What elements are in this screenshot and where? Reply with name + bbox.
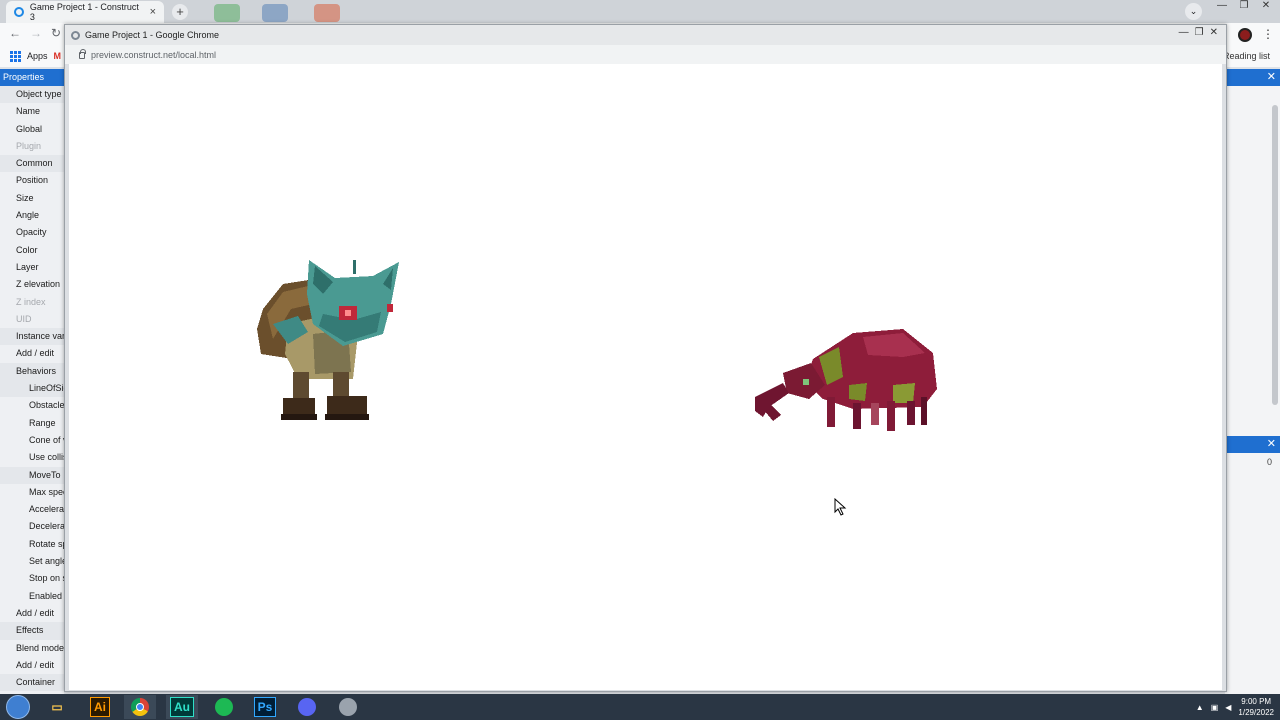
blurred-tab-icon [262, 4, 288, 22]
window-controls: — ❐ ✕ [1212, 0, 1276, 11]
panel-value: 0 [1266, 457, 1272, 467]
chrome-taskbar-icon[interactable] [124, 695, 156, 719]
browser-menu-icon[interactable]: ⋮ [1262, 27, 1274, 41]
properties-header: Properties [0, 69, 64, 86]
property-section-31[interactable]: Effects [0, 622, 64, 640]
back-icon[interactable]: ← [9, 26, 21, 40]
property-section-4[interactable]: Common [0, 155, 64, 173]
volume-icon[interactable]: ◀ [1225, 703, 1231, 712]
profile-avatar[interactable] [1238, 28, 1252, 42]
apps-bookmark[interactable]: Apps [27, 51, 48, 61]
properties-panel: Properties Object type Name Global Plugin Co… [0, 69, 64, 694]
preview-titlebar[interactable]: Game Project 1 - Google Chrome — ❐ ✕ [65, 25, 1226, 45]
audition-icon[interactable]: Au [170, 697, 194, 717]
file-explorer-icon[interactable]: ▭ [41, 695, 73, 719]
property-row-8[interactable]: Opacity [0, 224, 64, 241]
illustrator-icon[interactable]: Ai [90, 697, 110, 717]
property-row-18[interactable]: Obstacles [0, 397, 64, 414]
forward-icon[interactable]: → [30, 26, 42, 40]
property-row-2[interactable]: Global [0, 121, 64, 138]
start-button[interactable] [6, 695, 30, 719]
discord-icon[interactable] [291, 695, 323, 719]
reading-list[interactable]: Reading list [1223, 51, 1270, 61]
beetle-sprite[interactable] [753, 327, 943, 437]
blurred-tab-icon [314, 4, 340, 22]
clock-time: 9:00 PM [1241, 697, 1272, 706]
property-row-9[interactable]: Color [0, 242, 64, 259]
new-tab-button[interactable]: + [172, 4, 188, 20]
tab-title: Game Project 1 - Construct 3 [29, 2, 139, 22]
background-tabstrip: Game Project 1 - Construct 3 × + ⌄ — ❐ ✕ [0, 0, 1280, 23]
property-row-28[interactable]: Stop on solids [0, 570, 64, 587]
panel-close-icon[interactable]: ✕ [1225, 436, 1280, 453]
minimize-icon[interactable]: — [1179, 27, 1189, 38]
url-text: preview.construct.net/local.html [91, 49, 217, 60]
property-row-10[interactable]: Layer [0, 259, 64, 276]
photoshop-icon[interactable]: Ps [253, 697, 277, 717]
network-icon[interactable]: ▣ [1211, 703, 1219, 712]
property-row-26[interactable]: Rotate speed [0, 536, 64, 553]
goblin-sprite[interactable] [253, 254, 403, 424]
blurred-tab-icon [214, 4, 240, 22]
construct-icon [14, 7, 24, 17]
restore-icon[interactable]: ❐ [1195, 27, 1204, 38]
property-section-14[interactable]: Instance variables [0, 328, 64, 346]
system-tray: ▲ ▣ ◀ 9:00 PM 1/29/2022 [1196, 696, 1274, 718]
property-row-1[interactable]: Name [0, 103, 64, 120]
property-row-15[interactable]: Add / edit [0, 345, 64, 362]
property-row-11[interactable]: Z elevation [0, 276, 64, 293]
properties-list: Object type Name Global Plugin Common Positio… [0, 86, 64, 692]
property-section-34[interactable]: Container [0, 674, 64, 692]
property-row-24[interactable]: Acceleration [0, 501, 64, 518]
minimize-icon[interactable]: — [1212, 0, 1232, 11]
property-row-6[interactable]: Size [0, 190, 64, 207]
chrome-icon [71, 30, 80, 40]
address-bar[interactable]: preview.construct.net/local.html [65, 45, 1226, 64]
restore-icon[interactable]: ❐ [1234, 0, 1254, 11]
close-icon[interactable]: ✕ [1210, 27, 1218, 38]
tab-construct[interactable]: Game Project 1 - Construct 3 × [6, 1, 164, 23]
property-row-5[interactable]: Position [0, 172, 64, 189]
property-row-21[interactable]: Use collision cells [0, 449, 64, 466]
property-row-27[interactable]: Set angle [0, 553, 64, 570]
spotify-icon[interactable] [208, 695, 240, 719]
tab-search-icon[interactable]: ⌄ [1185, 3, 1202, 20]
property-section-17[interactable]: LineOfSight [0, 380, 64, 398]
property-row-23[interactable]: Max speed [0, 484, 64, 501]
preview-title: Game Project 1 - Google Chrome [85, 30, 220, 40]
property-row-32[interactable]: Blend mode [0, 640, 64, 657]
close-icon[interactable]: ✕ [1256, 0, 1276, 11]
clock-date: 1/29/2022 [1238, 708, 1274, 717]
apps-icon[interactable] [10, 50, 21, 62]
property-row-19[interactable]: Range [0, 415, 64, 432]
taskbar-clock[interactable]: 9:00 PM 1/29/2022 [1238, 696, 1274, 718]
tray-arrow-icon[interactable]: ▲ [1196, 703, 1204, 712]
property-row-7[interactable]: Angle [0, 207, 64, 224]
lock-icon [79, 49, 86, 59]
windows-taskbar: ▭ Ai Au Ps ▲ ▣ ◀ 9:00 PM 1/29/2022 [0, 694, 1280, 720]
property-row-20[interactable]: Cone of view [0, 432, 64, 449]
reload-icon[interactable]: ↻ [51, 26, 61, 40]
property-row-25[interactable]: Deceleration [0, 518, 64, 535]
game-canvas[interactable] [69, 64, 1222, 690]
property-row-33[interactable]: Add / edit [0, 657, 64, 674]
gmail-icon[interactable]: M [54, 51, 62, 61]
property-section-16[interactable]: Behaviors [0, 362, 64, 381]
property-section-0[interactable]: Object type [0, 86, 64, 104]
panel-scrollbar[interactable] [1272, 105, 1278, 405]
panel-close-icon[interactable]: ✕ [1225, 69, 1280, 86]
property-row-30[interactable]: Add / edit [0, 605, 64, 622]
mouse-cursor-icon [834, 498, 847, 516]
close-tab-icon[interactable]: × [150, 6, 156, 18]
property-row-29[interactable]: Enabled [0, 588, 64, 605]
right-panel: ✕ ✕ 0 [1225, 69, 1280, 694]
preview-window-controls: — ❐ ✕ [1179, 27, 1218, 38]
property-row-13[interactable]: UID [0, 311, 64, 328]
generic-app-icon[interactable] [332, 695, 364, 719]
property-row-12[interactable]: Z index [0, 294, 64, 311]
preview-window: Game Project 1 - Google Chrome — ❐ ✕ pre… [64, 24, 1227, 692]
property-row-3[interactable]: Plugin [0, 138, 64, 155]
property-section-22[interactable]: MoveTo [0, 466, 64, 484]
